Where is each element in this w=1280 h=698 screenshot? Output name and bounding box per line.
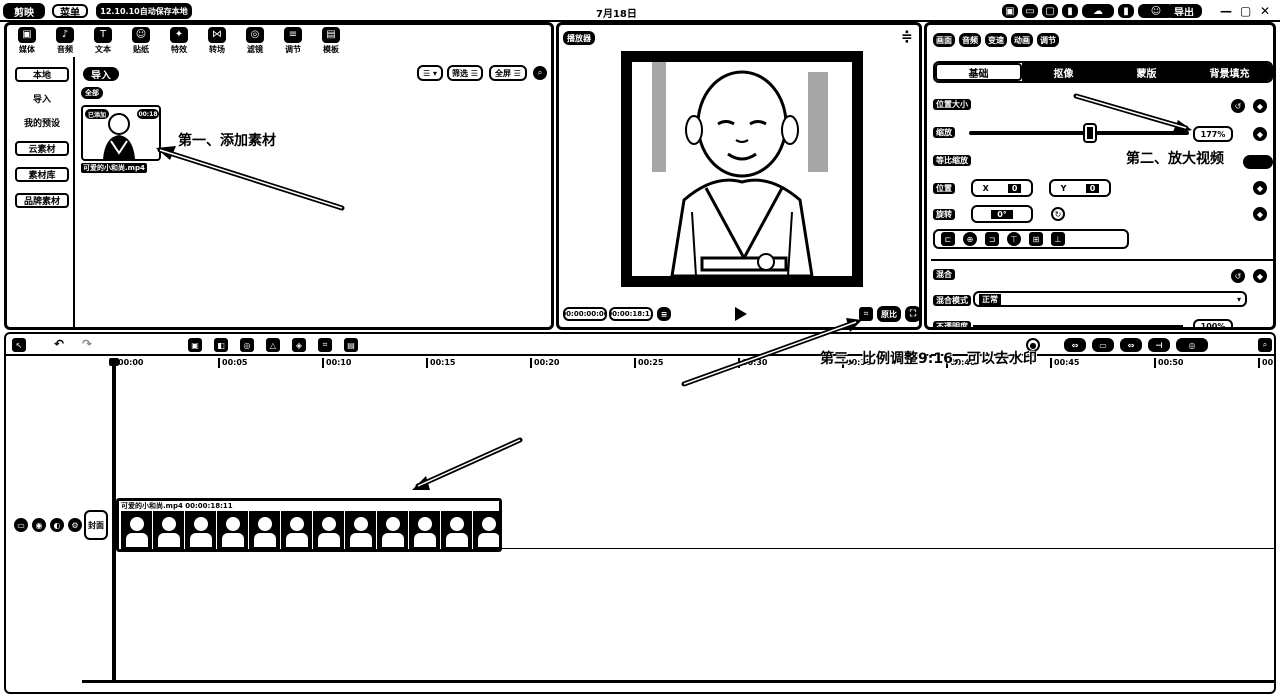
annotation-step2: 第二、放大视频 <box>1126 151 1224 167</box>
arrowhead-step1 <box>156 146 176 160</box>
annotation-arrows <box>156 93 1192 490</box>
annotation-step3: 第三、比例调整9:16，可以去水印 <box>820 351 1037 367</box>
arrowhead-timeline <box>412 476 430 490</box>
annotation-step1: 第一、添加素材 <box>178 133 276 149</box>
